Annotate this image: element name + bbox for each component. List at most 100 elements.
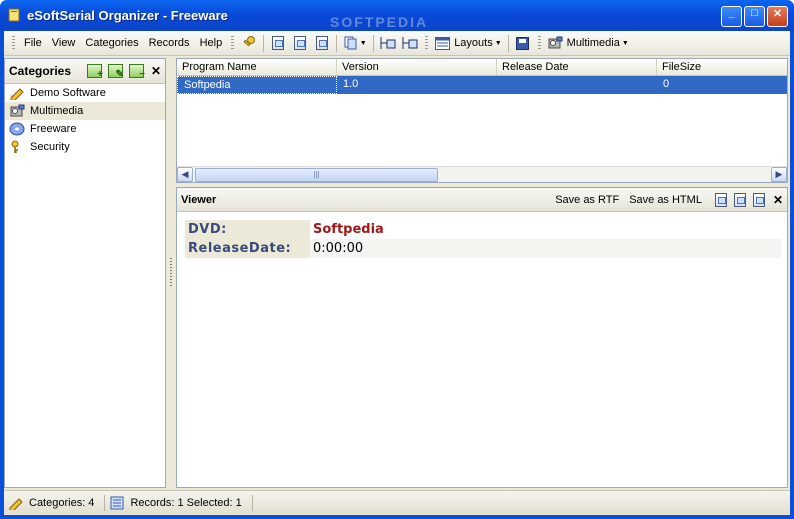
menu-records[interactable]: Records bbox=[144, 35, 195, 51]
column-header-program-name[interactable]: Program Name bbox=[177, 59, 337, 75]
keys-icon bbox=[9, 140, 25, 154]
close-viewer-icon[interactable]: ✕ bbox=[773, 193, 783, 207]
delete-record-icon bbox=[316, 36, 329, 50]
scroll-left-icon[interactable]: ◀ bbox=[177, 167, 193, 182]
categories-panel: Categories + ✎ − ✕ Demo Software Multime… bbox=[4, 58, 166, 488]
viewer-title: Viewer bbox=[181, 193, 217, 206]
previous-icon bbox=[402, 37, 418, 49]
keys-button[interactable] bbox=[239, 34, 259, 53]
column-header-version[interactable]: Version bbox=[337, 59, 497, 75]
records-icon bbox=[109, 496, 125, 510]
viewer-panel: Viewer Save as RTF Save as HTML ✕ DVD: S… bbox=[176, 187, 788, 488]
layouts-label: Layouts bbox=[454, 37, 493, 49]
save-as-html-button[interactable]: Save as HTML bbox=[629, 194, 702, 206]
minimize-icon: _ bbox=[728, 7, 735, 19]
field-row: DVD: Softpedia bbox=[185, 220, 781, 239]
layouts-dropdown[interactable]: Layouts ▼ bbox=[432, 36, 504, 50]
cell-filesize: 0 bbox=[663, 78, 670, 90]
copy-dropdown-button[interactable]: ▼ bbox=[341, 34, 369, 53]
field-value: Softpedia bbox=[313, 222, 384, 237]
client-area: File View Categories Records Help ▼ Layo… bbox=[4, 31, 790, 515]
app-window: eSoftSerial Organizer - Freeware SOFTPED… bbox=[0, 0, 794, 519]
remove-category-button[interactable]: − bbox=[128, 64, 145, 80]
category-label: Security bbox=[30, 141, 70, 153]
multimedia-label: Multimedia bbox=[566, 37, 620, 49]
save-as-rtf-button[interactable]: Save as RTF bbox=[555, 194, 619, 206]
disc-icon bbox=[9, 122, 25, 136]
multimedia-dropdown[interactable]: Multimedia ▼ bbox=[545, 36, 632, 50]
next-button[interactable] bbox=[378, 34, 398, 53]
edit-record-icon bbox=[734, 192, 747, 207]
chevron-down-icon: ▼ bbox=[494, 39, 502, 47]
status-records: Records: 1 Selected: 1 bbox=[109, 496, 247, 510]
pencil-icon bbox=[8, 496, 24, 510]
delete-record-button[interactable] bbox=[312, 34, 332, 53]
delete-record-icon bbox=[753, 192, 766, 207]
toolbar-grip[interactable] bbox=[231, 35, 235, 51]
categories-header: Categories + ✎ − ✕ bbox=[5, 59, 165, 84]
column-header-filesize[interactable]: FileSize bbox=[657, 59, 787, 75]
window-title: eSoftSerial Organizer - Freeware bbox=[27, 8, 228, 23]
menu-categories[interactable]: Categories bbox=[80, 35, 143, 51]
edit-record-icon bbox=[294, 36, 307, 50]
title-bar[interactable]: eSoftSerial Organizer - Freeware SOFTPED… bbox=[0, 0, 794, 31]
vertical-splitter[interactable] bbox=[167, 58, 175, 488]
viewer-fields: DVD: Softpedia ReleaseDate: 0:00:00 bbox=[185, 220, 781, 258]
category-label: Demo Software bbox=[30, 87, 106, 99]
viewer-delete-button[interactable] bbox=[752, 192, 767, 207]
copy-icon bbox=[344, 36, 357, 50]
grid-header: Program Name Version Release Date FileSi… bbox=[177, 59, 787, 76]
minimize-button[interactable]: _ bbox=[721, 6, 742, 27]
category-label: Multimedia bbox=[30, 105, 84, 117]
keys-icon bbox=[243, 36, 256, 47]
maximize-button[interactable]: □ bbox=[744, 6, 765, 27]
field-key: ReleaseDate: bbox=[185, 239, 310, 258]
category-item-freeware[interactable]: Freeware bbox=[5, 120, 165, 138]
cell-program-name: Softpedia bbox=[177, 76, 337, 94]
edit-record-button[interactable] bbox=[290, 34, 310, 53]
category-label: Freeware bbox=[30, 123, 77, 135]
column-header-release-date[interactable]: Release Date bbox=[497, 59, 657, 75]
scroll-thumb[interactable]: ||| bbox=[195, 168, 438, 182]
main-toolbar: File View Categories Records Help ▼ Layo… bbox=[4, 31, 790, 56]
toolbar-grip[interactable] bbox=[12, 35, 15, 51]
records-grid: Program Name Version Release Date FileSi… bbox=[176, 58, 788, 183]
app-icon bbox=[8, 8, 20, 22]
add-category-button[interactable]: + bbox=[86, 64, 103, 80]
category-item-multimedia[interactable]: Multimedia bbox=[5, 102, 165, 120]
table-row[interactable]: Softpedia 1.0 0 bbox=[177, 76, 787, 94]
category-item-security[interactable]: Security bbox=[5, 138, 165, 156]
save-icon bbox=[516, 36, 530, 50]
viewer-new-button[interactable] bbox=[714, 192, 729, 207]
save-button[interactable] bbox=[513, 34, 533, 53]
next-icon bbox=[380, 37, 396, 49]
close-button[interactable]: ✕ bbox=[767, 6, 788, 27]
toolbar-grip[interactable] bbox=[537, 35, 541, 51]
maximize-icon: □ bbox=[751, 7, 758, 19]
previous-button[interactable] bbox=[400, 34, 420, 53]
scroll-right-icon[interactable]: ▶ bbox=[771, 167, 787, 182]
media-icon bbox=[548, 36, 563, 49]
status-bar: Categories: 4 Records: 1 Selected: 1 bbox=[4, 490, 790, 514]
menu-view[interactable]: View bbox=[47, 35, 81, 51]
edit-icon: ✎ bbox=[115, 69, 124, 80]
new-record-icon bbox=[715, 192, 728, 207]
category-item-demo-software[interactable]: Demo Software bbox=[5, 84, 165, 102]
plus-icon: + bbox=[97, 69, 103, 80]
new-record-icon bbox=[272, 36, 285, 50]
edit-category-button[interactable]: ✎ bbox=[107, 64, 124, 80]
field-key: DVD: bbox=[185, 220, 310, 239]
new-record-button[interactable] bbox=[268, 34, 288, 53]
toolbar-grip[interactable] bbox=[425, 35, 429, 51]
field-row: ReleaseDate: 0:00:00 bbox=[185, 239, 781, 258]
chevron-down-icon: ▼ bbox=[621, 39, 629, 47]
media-icon bbox=[9, 104, 25, 118]
horizontal-scrollbar[interactable]: ◀ ||| ▶ bbox=[177, 166, 787, 182]
menu-file[interactable]: File bbox=[19, 35, 47, 51]
close-panel-icon[interactable]: ✕ bbox=[151, 64, 161, 78]
status-records-text: Records: 1 Selected: 1 bbox=[130, 496, 242, 509]
viewer-edit-button[interactable] bbox=[733, 192, 748, 207]
menu-help[interactable]: Help bbox=[195, 35, 228, 51]
cell-release-date bbox=[497, 76, 657, 94]
cell-version: 1.0 bbox=[343, 78, 359, 90]
